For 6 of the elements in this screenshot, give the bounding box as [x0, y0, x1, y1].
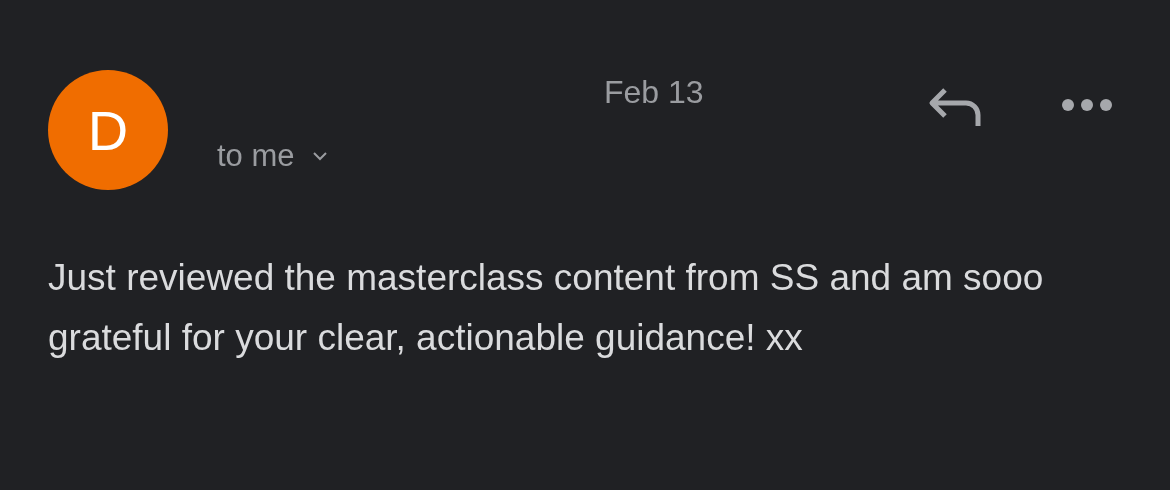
avatar: D — [48, 70, 168, 190]
more-options-button[interactable] — [1061, 98, 1113, 112]
message-body: Just reviewed the masterclass content from SS and am sooo grateful for your clear, actionable guidance! xx — [48, 256, 1045, 360]
date: Feb 13 — [604, 74, 704, 110]
recipient-toggle[interactable]: to me — [217, 138, 329, 174]
chevron-down-icon — [310, 150, 329, 162]
